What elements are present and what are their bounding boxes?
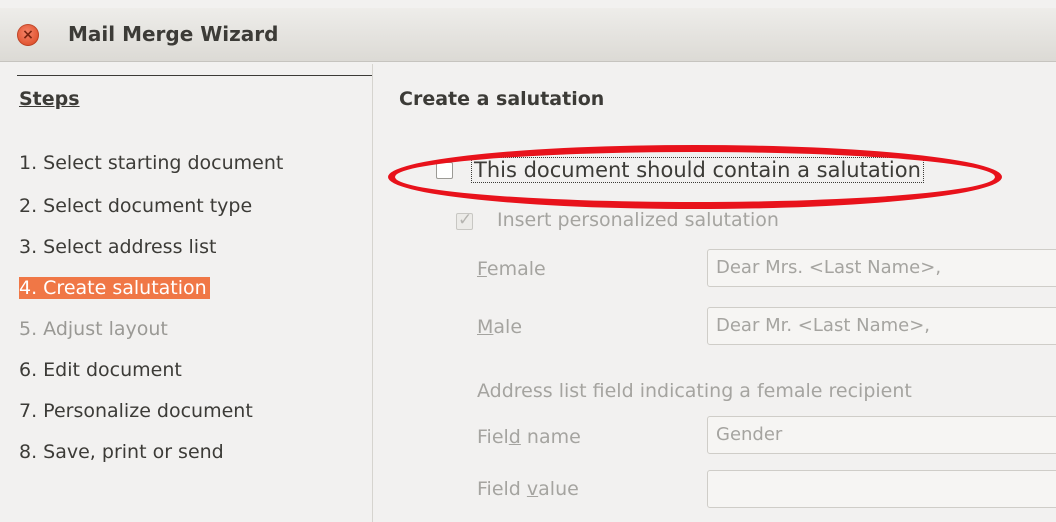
field-value-label: Field value <box>477 478 579 500</box>
male-label: Male <box>477 316 522 338</box>
close-icon: × <box>22 27 34 43</box>
mail-merge-wizard-window: × Mail Merge Wizard Steps 1. Select star… <box>0 0 1056 522</box>
field-value-combo[interactable] <box>707 470 1056 508</box>
field-name-label: Field name <box>477 426 581 448</box>
step-personalize-document[interactable]: 7. Personalize document <box>19 400 253 422</box>
field-name-combo[interactable]: Gender <box>707 416 1056 454</box>
step-select-starting-document[interactable]: 1. Select starting document <box>19 152 283 174</box>
section-title: Create a salutation <box>399 88 605 110</box>
female-salutation-combo[interactable]: Dear Mrs. <Last Name>, <box>707 249 1056 287</box>
female-label: Female <box>477 258 546 280</box>
field-value-label-accel: v <box>526 478 539 500</box>
field-name-label-accel: d <box>508 426 521 448</box>
contain-salutation-label[interactable]: This document should contain a salutatio… <box>471 157 924 183</box>
male-salutation-combo[interactable]: Dear Mr. <Last Name>, <box>707 307 1056 345</box>
female-label-accel: F <box>477 258 487 280</box>
steps-separator <box>17 75 372 76</box>
personalized-salutation-label: Insert personalized salutation <box>497 209 779 231</box>
male-label-accel: M <box>477 316 494 338</box>
steps-heading: Steps <box>19 88 80 110</box>
field-name-label-rest: name <box>520 426 581 448</box>
step-save-print-send[interactable]: 8. Save, print or send <box>19 441 224 463</box>
title-bar: × Mail Merge Wizard <box>0 8 1056 62</box>
field-value-label-rest: alue <box>538 478 579 500</box>
male-label-rest: ale <box>493 316 523 338</box>
checkmark-icon: ✓ <box>458 210 473 230</box>
step-select-document-type[interactable]: 2. Select document type <box>19 195 252 217</box>
step-select-address-list[interactable]: 3. Select address list <box>19 236 216 258</box>
field-name-label-pre: Fiel <box>477 426 509 448</box>
step-edit-document[interactable]: 6. Edit document <box>19 359 182 381</box>
step-adjust-layout[interactable]: 5. Adjust layout <box>19 318 168 340</box>
step-create-salutation[interactable]: 4. Create salutation <box>19 277 210 299</box>
address-field-heading: Address list field indicating a female r… <box>477 380 912 402</box>
field-value-label-pre: Field <box>477 478 527 500</box>
panel-divider <box>372 64 373 522</box>
personalized-salutation-checkbox[interactable]: ✓ <box>456 210 473 230</box>
contain-salutation-checkbox[interactable] <box>436 162 453 179</box>
female-label-rest: emale <box>486 258 546 280</box>
close-button[interactable]: × <box>17 24 39 46</box>
window-title: Mail Merge Wizard <box>68 22 279 46</box>
